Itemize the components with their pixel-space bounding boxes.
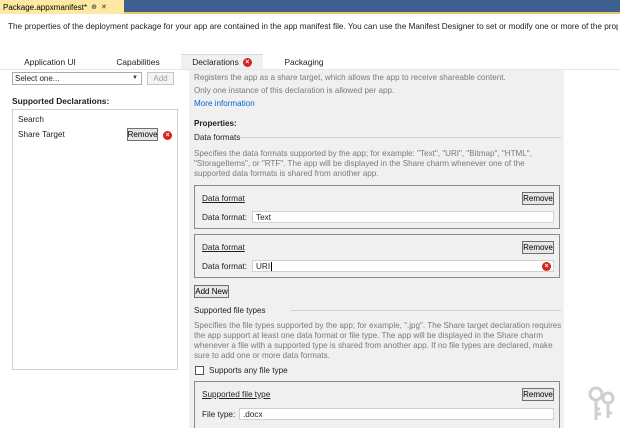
data-formats-label: Data formats (194, 133, 241, 142)
section-divider (239, 137, 561, 138)
declaration-select[interactable]: Select one... ▼ (12, 72, 142, 85)
file-types-description: Specifies the file types supported by th… (194, 321, 562, 360)
declaration-select-value: Select one... (15, 74, 60, 83)
supports-any-file-type-row[interactable]: Supports any file type (195, 366, 288, 375)
supported-declarations-label: Supported Declarations: (12, 96, 110, 106)
add-new-data-format-button[interactable]: Add New (194, 285, 229, 298)
tab-label: Packaging (284, 56, 324, 67)
tab-application-ui[interactable]: Application UI (8, 54, 92, 69)
supported-file-types-label: Supported file types (194, 306, 266, 315)
data-format-field-label: Data format: (202, 213, 248, 222)
error-icon: × (542, 262, 551, 271)
remove-declaration-button[interactable]: Remove (127, 128, 158, 141)
section-tabs: Application UI Capabilities Declarations… (0, 52, 620, 69)
data-format-value: URI (256, 261, 271, 271)
data-format-header: Data format (202, 243, 245, 252)
remove-data-format-button[interactable]: Remove (522, 192, 554, 205)
declaration-instance-note: Only one instance of this declaration is… (194, 86, 395, 95)
supports-any-file-type-label: Supports any file type (209, 366, 288, 375)
declaration-description: Registers the app as a share target, whi… (194, 73, 506, 82)
add-declaration-button[interactable]: Add (147, 72, 174, 85)
properties-label: Properties: (194, 119, 237, 128)
pin-icon[interactable]: ⊕ (91, 3, 97, 11)
data-format-value: Text (256, 212, 272, 222)
tab-label: Declarations (192, 57, 239, 67)
tab-label: Capabilities (116, 56, 160, 67)
file-type-value: .docx (243, 409, 263, 419)
document-tab-strip: Package.appxmanifest* ⊕ ✕ (0, 0, 620, 14)
declaration-details-pane: Registers the app as a share target, whi… (189, 70, 564, 428)
chevron-down-icon: ▼ (132, 75, 138, 81)
file-type-input[interactable]: .docx (239, 408, 554, 420)
tab-packaging[interactable]: Packaging (266, 54, 342, 69)
tab-declarations[interactable]: Declarations × (181, 54, 263, 69)
intro-text: The properties of the deployment package… (8, 22, 618, 31)
document-tab[interactable]: Package.appxmanifest* ⊕ ✕ (0, 0, 124, 14)
tab-capabilities[interactable]: Capabilities (96, 54, 180, 69)
list-item-share-target[interactable]: Share Target (18, 130, 65, 139)
declarations-list: Search Share Target Remove × (12, 109, 178, 370)
close-icon[interactable]: ✕ (101, 3, 107, 11)
data-format-group: Data format Remove Data format: URI × (194, 234, 560, 278)
tab-label: Application UI (24, 56, 76, 67)
data-format-field-label: Data format: (202, 262, 248, 271)
document-tab-title: Package.appxmanifest* (3, 2, 88, 12)
list-item-search[interactable]: Search (18, 115, 44, 124)
file-type-header: Supported file type (202, 390, 271, 399)
error-icon: × (163, 131, 172, 140)
data-format-input[interactable]: Text (252, 211, 554, 223)
data-format-header: Data format (202, 194, 245, 203)
data-formats-description: Specifies the data formats supported by … (194, 149, 532, 178)
text-cursor (271, 261, 273, 271)
file-type-field-label: File type: (202, 410, 236, 419)
supports-any-file-type-checkbox[interactable] (195, 366, 204, 375)
more-information-link[interactable]: More information (194, 99, 255, 108)
remove-file-type-button[interactable]: Remove (522, 388, 554, 401)
section-divider (291, 310, 561, 311)
error-icon: × (242, 57, 252, 67)
data-format-input[interactable]: URI (252, 260, 554, 272)
supported-file-type-group: Supported file type Remove File type: .d… (194, 381, 560, 428)
remove-data-format-button[interactable]: Remove (522, 241, 554, 254)
keys-icon (588, 386, 615, 420)
data-format-group: Data format Remove Data format: Text (194, 185, 560, 229)
